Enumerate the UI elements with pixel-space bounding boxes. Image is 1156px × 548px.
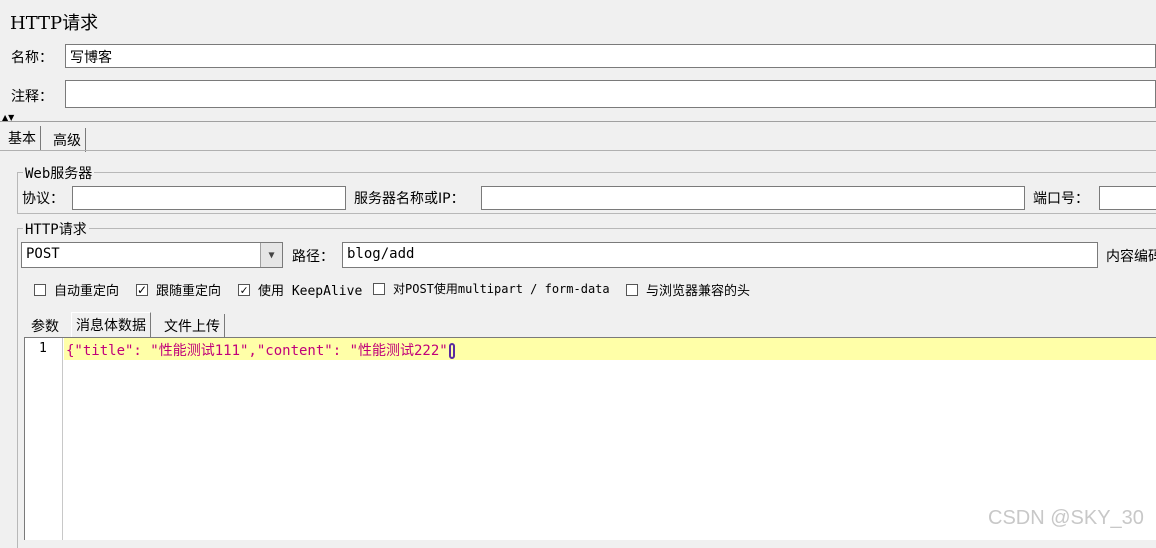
- server-input[interactable]: [481, 186, 1025, 210]
- encoding-label: 内容编码: [1106, 249, 1156, 265]
- option-label: 与浏览器兼容的头: [646, 284, 751, 299]
- auto-redirect-checkbox[interactable]: 自动重定向: [34, 280, 119, 299]
- tab-body-data[interactable]: 消息体数据: [71, 312, 151, 337]
- code-line: {"title": "性能测试111","content": "性能测试222": [66, 340, 455, 360]
- path-input[interactable]: blog/add: [342, 242, 1098, 268]
- method-select[interactable]: POST ▼: [21, 242, 283, 268]
- option-label: 使用 KeepAlive: [258, 284, 363, 299]
- watermark: CSDN @SKY_30: [988, 507, 1144, 529]
- tab-basic[interactable]: 基本: [4, 126, 41, 150]
- tab-advanced[interactable]: 高级: [49, 128, 86, 152]
- option-label: 自动重定向: [54, 284, 120, 299]
- checkbox-empty-icon: [34, 283, 46, 296]
- option-label: 跟随重定向: [156, 284, 222, 299]
- code-text: {"title": "性能测试111","content": "性能测试222": [66, 343, 448, 359]
- protocol-input[interactable]: [72, 186, 346, 210]
- keepalive-checkbox[interactable]: ✓ 使用 KeepAlive: [238, 280, 362, 299]
- name-label: 名称：: [11, 50, 53, 66]
- port-label: 端口号：: [1033, 191, 1089, 207]
- divider: [0, 121, 1156, 122]
- web-server-legend: Web服务器: [23, 163, 95, 183]
- server-label: 服务器名称或IP：: [354, 191, 465, 207]
- checkbox-empty-icon: [626, 283, 638, 296]
- comment-label: 注释：: [11, 89, 53, 105]
- line-gutter: [25, 338, 63, 540]
- browser-compatible-headers-checkbox[interactable]: 与浏览器兼容的头: [626, 280, 750, 299]
- protocol-label: 协议：: [22, 191, 64, 207]
- tab-file-upload[interactable]: 文件上传: [160, 314, 225, 338]
- comment-input[interactable]: [65, 80, 1156, 108]
- checkmark-icon: ✓: [136, 282, 148, 297]
- http-request-legend: HTTP请求: [23, 219, 89, 239]
- follow-redirect-checkbox[interactable]: ✓ 跟随重定向: [136, 280, 221, 299]
- chevron-down-icon[interactable]: ▼: [260, 243, 282, 267]
- checkbox-empty-icon: [373, 282, 385, 295]
- port-input[interactable]: [1099, 186, 1156, 210]
- tab-divider: [0, 150, 1156, 151]
- checkmark-icon: ✓: [238, 283, 250, 296]
- text-cursor: [448, 343, 455, 359]
- path-label: 路径：: [292, 249, 334, 265]
- multipart-checkbox[interactable]: 对POST使用multipart / form-data: [373, 280, 610, 297]
- page-title: HTTP请求: [10, 13, 99, 34]
- name-input[interactable]: 写博客: [65, 44, 1156, 68]
- tab-parameters[interactable]: 参数: [27, 314, 63, 338]
- body-editor[interactable]: 1 {"title": "性能测试111","content": "性能测试22…: [24, 337, 1156, 540]
- option-label: 对POST使用multipart / form-data: [393, 282, 610, 296]
- method-value: POST: [26, 246, 60, 262]
- line-number: 1: [39, 341, 47, 356]
